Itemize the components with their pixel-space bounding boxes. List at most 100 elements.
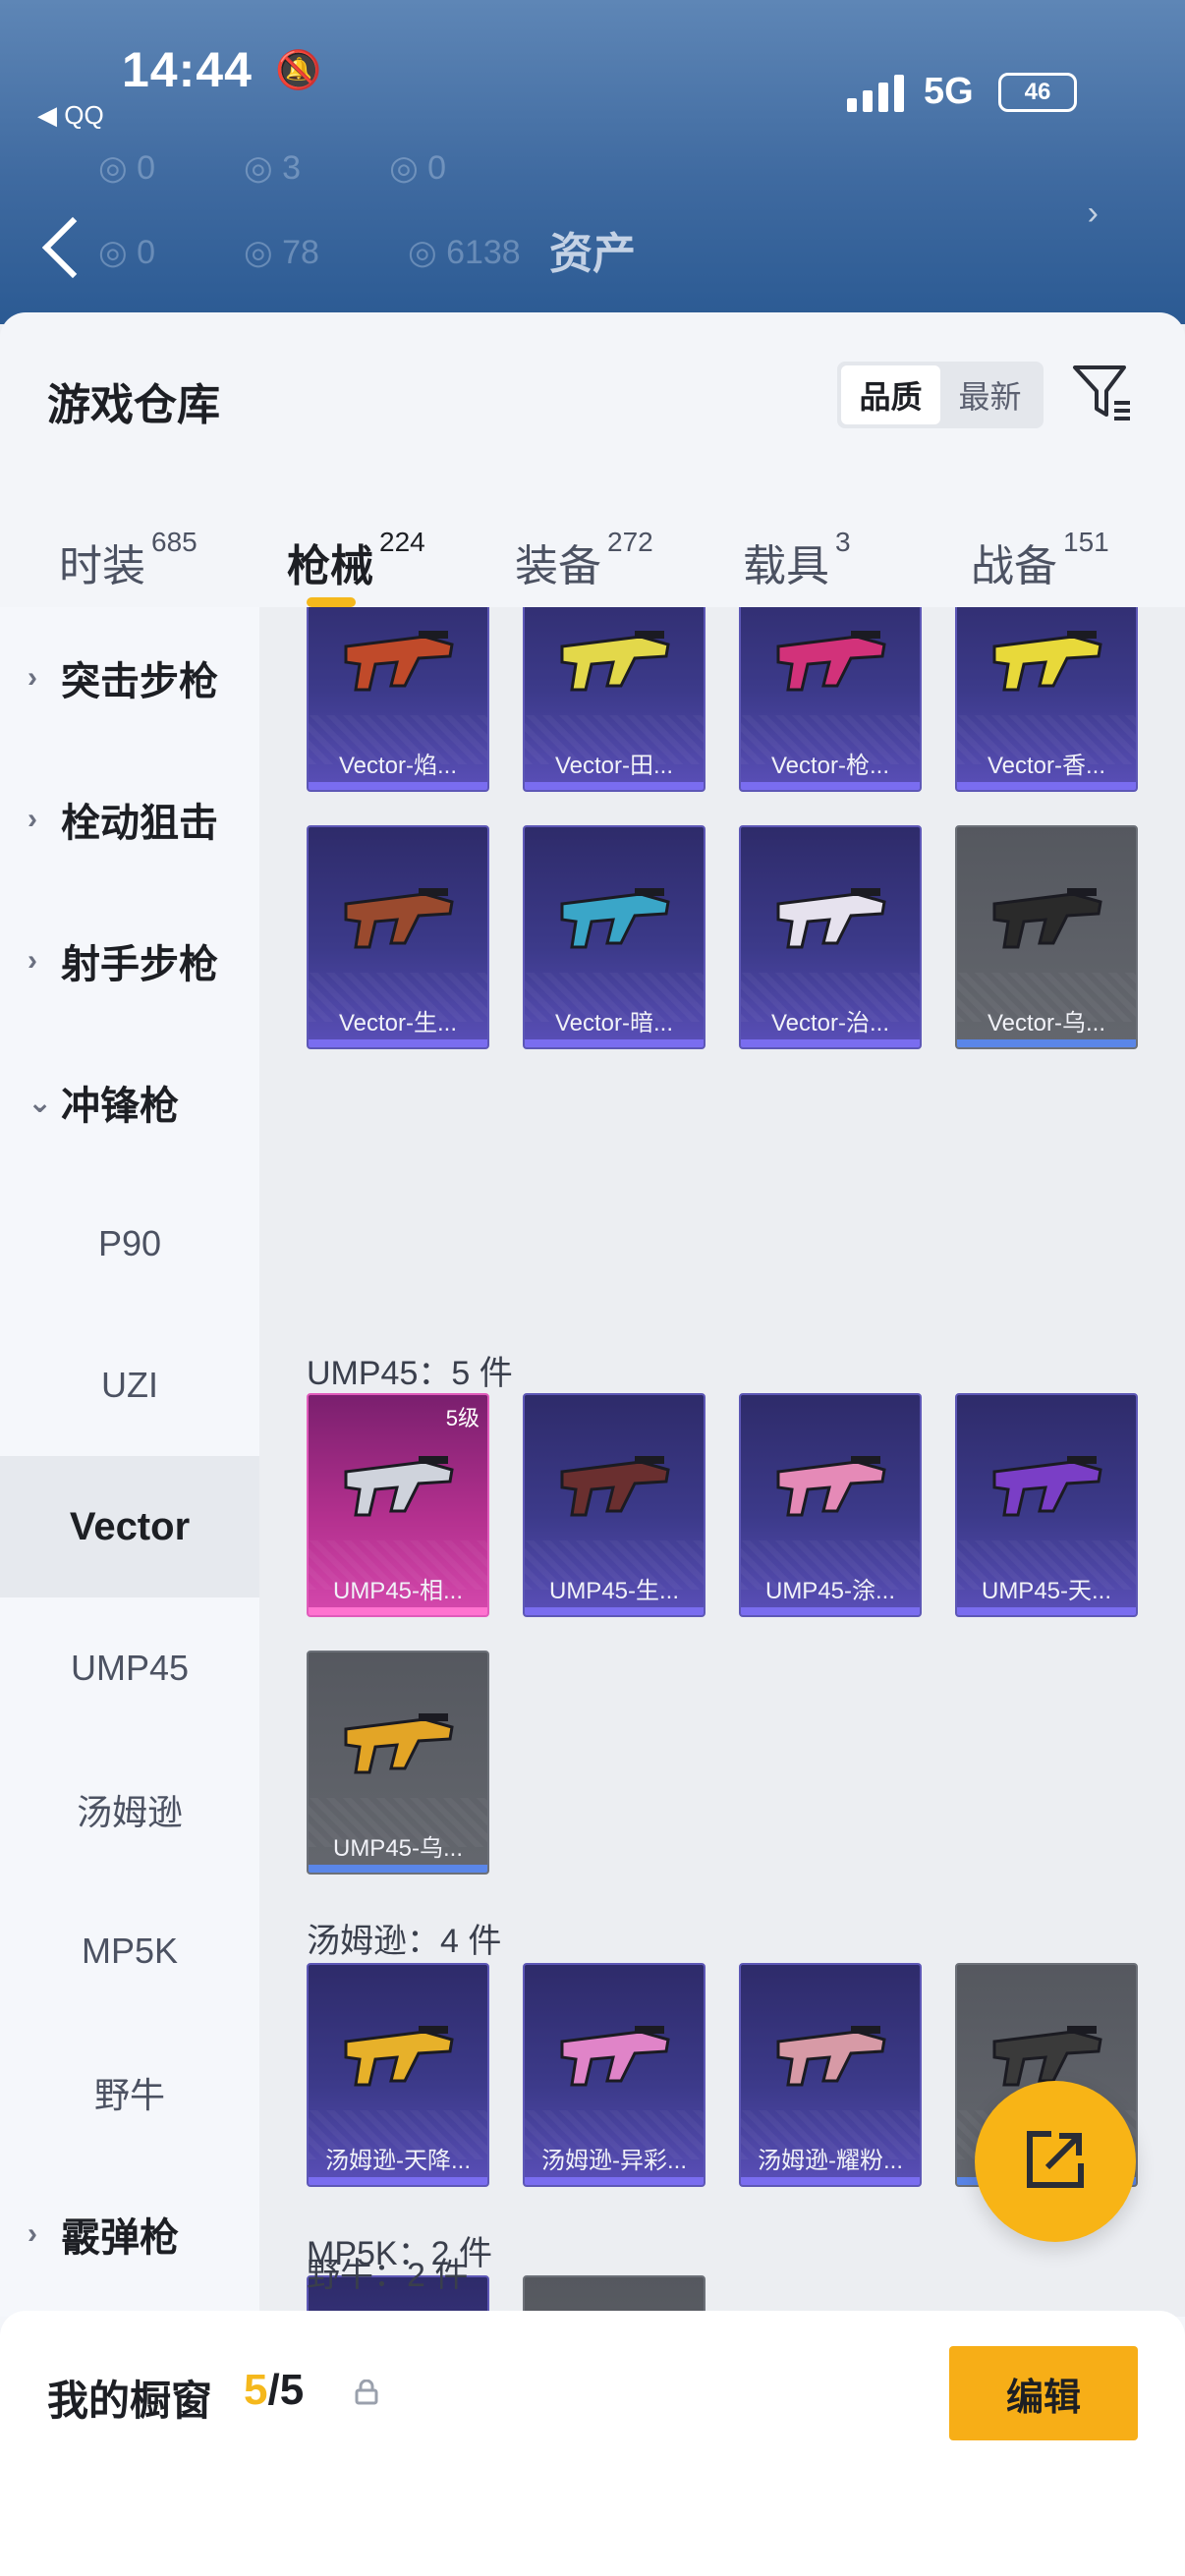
weapon-card[interactable]: 5级 UMP45-相...: [307, 1393, 489, 1617]
panel-title: 游戏仓库: [47, 381, 220, 429]
tab-supplies[interactable]: 战备 151: [971, 491, 1167, 609]
tab-count: 151: [1063, 527, 1109, 557]
tab-label: 战备: [971, 542, 1057, 590]
weapon-card[interactable]: Vector-枪...: [739, 607, 922, 792]
weapon-card[interactable]: UMP45-涂...: [739, 1393, 922, 1617]
screen: ◎ 0 ◎ 3 ◎ 0 ◎ 0 ◎ 78 ◎ 6138 › 资产 14:44 🔕 ◀ Q…: [0, 0, 1185, 2576]
weapon-type-sidebar: › 突击步枪 › 栓动狙击 › 射手步枪 ⌄ 冲锋枪 P90 UZI Vector UM…: [0, 607, 259, 2317]
section-title-bizon: 野牛：2 件: [307, 2257, 469, 2294]
card-name: UMP45-生...: [548, 1578, 680, 1604]
weapon-card[interactable]: Vector-乌...: [955, 825, 1138, 1049]
rarity-bar: [957, 1039, 1136, 1047]
weapon-card[interactable]: Vector-暗...: [523, 825, 705, 1049]
rarity-bar: [957, 782, 1136, 790]
card-name: Vector-暗...: [554, 1010, 674, 1036]
weapon-card[interactable]: UMP45-生...: [523, 1393, 705, 1617]
rarity-bar: [525, 1039, 704, 1047]
sidebar-item-label: 冲锋枪: [61, 1085, 179, 1128]
rarity-bar: [309, 782, 487, 790]
rarity-bar: [309, 2177, 487, 2185]
weapon-card[interactable]: Vector-田...: [523, 607, 705, 792]
rarity-bar: [309, 1607, 487, 1615]
sidebar-item-p90[interactable]: P90: [0, 1173, 259, 1315]
tab-count: 3: [835, 527, 851, 557]
mute-bell-icon: 🔕: [275, 50, 322, 91]
card-name: 汤姆逊-耀粉...: [758, 2148, 903, 2174]
showcase-label: 我的橱窗: [47, 2378, 213, 2424]
sidebar-item-marksman-rifle[interactable]: › 射手步枪: [0, 890, 259, 1032]
card-name: 汤姆逊-异彩...: [541, 2148, 687, 2174]
weapon-image: [560, 888, 670, 949]
tab-count: 685: [151, 527, 198, 557]
status-time: 14:44: [122, 42, 253, 97]
tab-fashion[interactable]: 时装 685: [59, 491, 287, 609]
rarity-bar: [741, 1039, 920, 1047]
share-button[interactable]: [975, 2081, 1136, 2242]
tab-equipment[interactable]: 装备 272: [515, 491, 743, 609]
weapon-card[interactable]: Vector-香...: [955, 607, 1138, 792]
weapon-image: [776, 1456, 886, 1517]
weapon-card[interactable]: Vector-治...: [739, 825, 922, 1049]
weapon-image: [776, 888, 886, 949]
sidebar-item-bizon[interactable]: 野牛: [0, 2022, 259, 2163]
sidebar-item-vector[interactable]: Vector: [0, 1456, 259, 1597]
network-type: 5G: [924, 71, 974, 112]
chevron-right-icon: ›: [28, 661, 37, 694]
card-name: Vector-生...: [338, 1010, 458, 1036]
rarity-bar: [957, 1607, 1136, 1615]
weapon-card[interactable]: UMP45-天...: [955, 1393, 1138, 1617]
chevron-right-icon: ›: [28, 944, 37, 977]
lock-icon: [355, 2380, 378, 2405]
category-tabs: 时装 685 枪械 224 装备 272 载具 3 战备 151: [0, 491, 1185, 609]
weapon-card[interactable]: 汤姆逊-耀粉...: [739, 1963, 922, 2187]
weapon-card[interactable]: UMP45-乌...: [307, 1651, 489, 1875]
weapon-image: [560, 631, 670, 692]
tab-count: 272: [607, 527, 653, 557]
rarity-bar: [741, 1607, 920, 1615]
sidebar-item-assault-rifle[interactable]: › 突击步枪: [0, 607, 259, 749]
weapon-card[interactable]: Vector-生...: [307, 825, 489, 1049]
sort-latest-button[interactable]: 最新: [940, 365, 1040, 424]
chevron-right-icon: ›: [28, 2217, 37, 2250]
sidebar-item-bolt-sniper[interactable]: › 栓动狙击: [0, 749, 259, 890]
rarity-bar: [309, 1039, 487, 1047]
sidebar-item-ump45[interactable]: UMP45: [0, 1597, 259, 1739]
sort-toggle[interactable]: 品质 最新: [837, 362, 1044, 428]
weapon-image: [992, 888, 1102, 949]
tab-vehicles[interactable]: 载具 3: [743, 491, 971, 609]
weapon-card[interactable]: Vector-焰...: [307, 607, 489, 792]
sidebar-item-label: 霰弹枪: [61, 2216, 179, 2260]
card-name: Vector-香...: [987, 753, 1106, 779]
weapon-image: [560, 1456, 670, 1517]
card-level: 5级: [445, 1406, 480, 1430]
sidebar-item-shotgun[interactable]: › 霰弹枪: [0, 2163, 259, 2305]
card-name: 汤姆逊-天降...: [325, 2148, 471, 2174]
rarity-bar: [309, 1865, 487, 1873]
card-name: Vector-焰...: [338, 753, 458, 779]
edit-button[interactable]: 编辑: [949, 2346, 1138, 2440]
page-title: 资产: [549, 230, 636, 278]
weapon-image: [776, 2026, 886, 2087]
sidebar-item-thompson[interactable]: 汤姆逊: [0, 1739, 259, 1880]
tab-firearms[interactable]: 枪械 224: [287, 491, 515, 609]
sort-quality-button[interactable]: 品质: [841, 365, 940, 424]
card-name: Vector-乌...: [987, 1010, 1106, 1036]
rarity-bar: [741, 2177, 920, 2185]
weapon-card[interactable]: 汤姆逊-异彩...: [523, 1963, 705, 2187]
sidebar-item-label: 突击步枪: [61, 660, 218, 703]
sidebar-item-uzi[interactable]: UZI: [0, 1315, 259, 1456]
showcase-count: 5/5: [244, 2366, 304, 2415]
rarity-bar: [525, 2177, 704, 2185]
warehouse-panel: 游戏仓库 品质 最新 时装 685 枪械 224 装备 272 载具 3 战备 …: [0, 312, 1185, 2576]
tab-count: 224: [379, 527, 425, 557]
tab-label: 装备: [515, 542, 601, 590]
weapon-image: [344, 888, 454, 949]
rarity-bar: [525, 1607, 704, 1615]
weapon-image: [992, 631, 1102, 692]
sidebar-item-mp5k[interactable]: MP5K: [0, 1880, 259, 2022]
back-to-app-link[interactable]: ◀ QQ: [37, 100, 104, 131]
sidebar-item-smg[interactable]: ⌄ 冲锋枪: [0, 1032, 259, 1173]
weapon-card[interactable]: 汤姆逊-天降...: [307, 1963, 489, 2187]
filter-icon[interactable]: [1071, 362, 1134, 424]
card-name: UMP45-相...: [332, 1578, 464, 1604]
